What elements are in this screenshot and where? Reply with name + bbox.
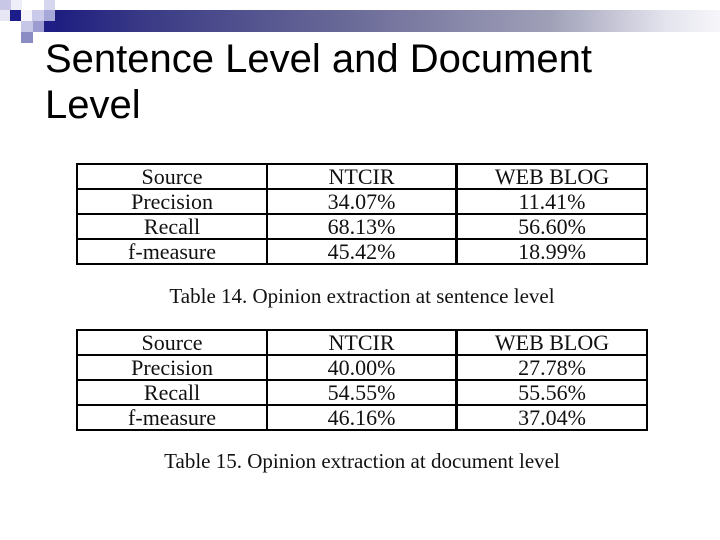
header-gradient-bar [44, 10, 720, 32]
table-cell: 40.00% [266, 354, 459, 381]
decorative-square [21, 10, 32, 21]
table-row: Recall 68.13% 56.60% [75, 213, 649, 240]
header-cell: Source [75, 163, 269, 190]
table-cell: 18.99% [455, 238, 649, 265]
table-caption: Table 15. Opinion extraction at document… [164, 449, 560, 473]
table-header-row: Source NTCIR WEB BLOG [75, 163, 649, 190]
decorative-square [44, 10, 55, 21]
decorative-square [10, 10, 21, 21]
table-row: Precision 34.07% 11.41% [75, 188, 649, 215]
results-table-sentence-level: Source NTCIR WEB BLOG Precision 34.07% 1… [75, 163, 649, 265]
row-label: f-measure [75, 238, 269, 265]
table-cell: 11.41% [455, 188, 649, 215]
decorative-square [32, 10, 44, 21]
header-cell: NTCIR [266, 329, 459, 356]
table-header-row: Source NTCIR WEB BLOG [75, 329, 649, 356]
row-label: Precision [75, 354, 269, 381]
row-label: Recall [75, 213, 269, 240]
table-cell: 55.56% [455, 379, 649, 406]
table-cell: 56.60% [455, 213, 649, 240]
table-cell: 34.07% [266, 188, 459, 215]
header-cell: NTCIR [266, 163, 459, 190]
header-cell: WEB BLOG [455, 329, 649, 356]
row-label: Precision [75, 188, 269, 215]
decorative-square [0, 10, 10, 21]
table-cell: 46.16% [266, 404, 459, 431]
results-table-document-level: Source NTCIR WEB BLOG Precision 40.00% 2… [75, 329, 649, 431]
decorative-square [33, 21, 44, 32]
table-cell: 37.04% [455, 404, 649, 431]
header-cell: WEB BLOG [455, 163, 649, 190]
slide-title: Sentence Level and Document Level [45, 37, 593, 127]
table-row: Recall 54.55% 55.56% [75, 379, 649, 406]
decorative-square [21, 21, 33, 32]
table-cell: 54.55% [266, 379, 459, 406]
row-label: f-measure [75, 404, 269, 431]
table-row: f-measure 46.16% 37.04% [75, 404, 649, 431]
row-label: Recall [75, 379, 269, 406]
table-cell: 27.78% [455, 354, 649, 381]
header-cell: Source [75, 329, 269, 356]
table-cell: 68.13% [266, 213, 459, 240]
decorative-square [21, 32, 33, 43]
table-cell: 45.42% [266, 238, 459, 265]
table-row: f-measure 45.42% 18.99% [75, 238, 649, 265]
table-caption: Table 14. Opinion extraction at sentence… [169, 284, 555, 308]
table-row: Precision 40.00% 27.78% [75, 354, 649, 381]
decorative-square [44, 21, 55, 32]
